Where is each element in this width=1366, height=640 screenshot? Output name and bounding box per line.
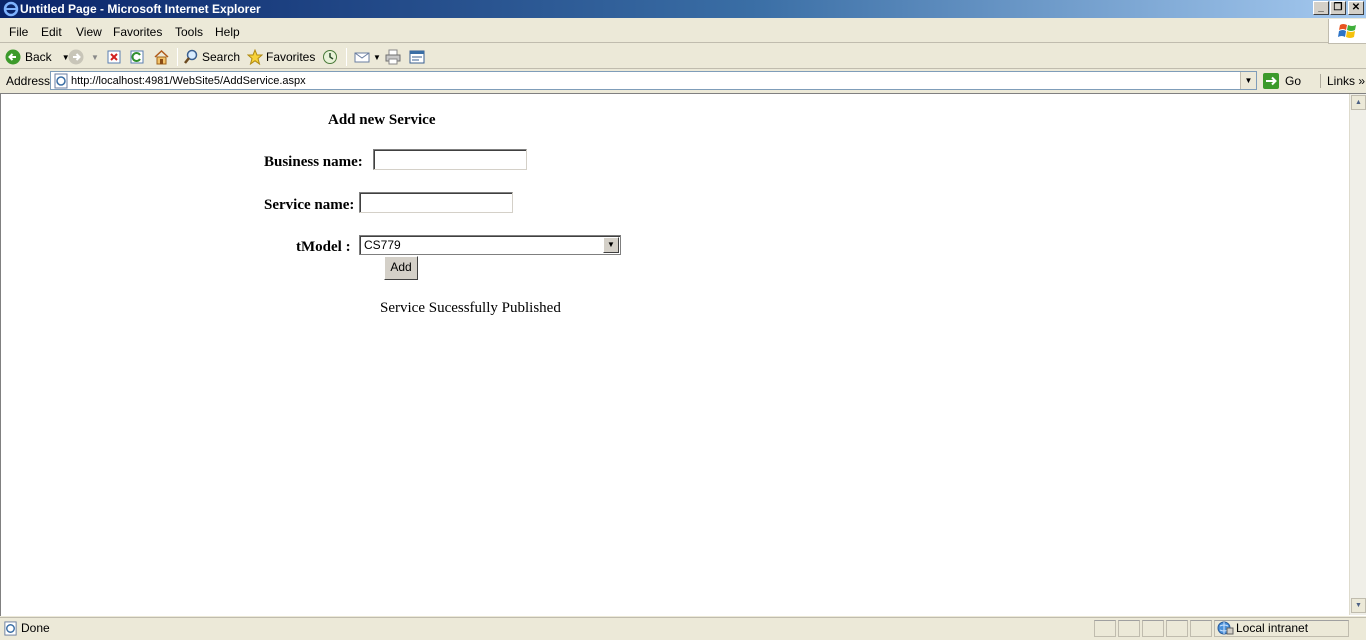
mail-dropdown-icon[interactable]: ▼	[373, 53, 381, 62]
browser-window: Untitled Page - Microsoft Internet Explo…	[0, 0, 1366, 640]
scroll-up-icon[interactable]: ▲	[1351, 95, 1366, 110]
favorites-star-icon	[247, 49, 263, 65]
security-zone-text: Local intranet	[1236, 621, 1309, 635]
refresh-icon	[130, 50, 144, 64]
home-button[interactable]	[153, 48, 170, 66]
go-arrow-icon	[1263, 73, 1279, 89]
menu-help[interactable]: Help	[215, 25, 240, 39]
service-name-input[interactable]	[359, 192, 513, 213]
windows-flag-icon	[1338, 24, 1356, 38]
page-title: Add new Service	[328, 112, 436, 128]
standard-toolbar: Back ▼ ▼ Search Favorites ▼	[0, 44, 1366, 69]
toolbar-separator	[177, 48, 178, 66]
tmodel-label: tModel :	[296, 239, 351, 255]
edit-page-icon	[409, 50, 425, 64]
print-button[interactable]	[385, 48, 401, 66]
address-label: Address	[6, 74, 51, 88]
history-button[interactable]	[322, 48, 338, 66]
favorites-button[interactable]: Favorites	[247, 48, 315, 66]
stop-button[interactable]	[106, 48, 122, 66]
toolbar-separator	[346, 48, 347, 66]
stop-icon	[107, 50, 121, 64]
back-arrow-icon	[5, 49, 21, 65]
business-name-input[interactable]	[373, 149, 527, 170]
search-icon	[184, 49, 198, 64]
go-label: Go	[1285, 74, 1302, 88]
status-pane	[1142, 620, 1164, 637]
page-viewport: Add new Service Business name: Service n…	[0, 93, 1366, 616]
links-button[interactable]: Links »	[1320, 74, 1365, 88]
tmodel-selected-value: CS779	[364, 238, 401, 252]
status-bar: Done Local intranet	[0, 617, 1366, 638]
home-icon	[154, 49, 169, 65]
status-pane	[1166, 620, 1188, 637]
add-button[interactable]: Add	[384, 256, 418, 280]
status-pane	[1094, 620, 1116, 637]
chevron-right-icon: »	[1358, 74, 1366, 88]
windows-logo	[1328, 19, 1366, 44]
menu-edit[interactable]: Edit	[41, 25, 62, 39]
minimize-button[interactable]: _	[1313, 1, 1329, 15]
service-name-label: Service name:	[264, 197, 355, 213]
back-label: Back	[25, 50, 52, 64]
forward-button[interactable]: ▼	[68, 48, 99, 66]
address-combobox[interactable]: ▼	[50, 71, 1257, 90]
scroll-down-icon[interactable]: ▼	[1351, 598, 1366, 613]
title-bar[interactable]: Untitled Page - Microsoft Internet Explo…	[0, 0, 1366, 18]
mail-icon	[354, 52, 370, 63]
go-button[interactable]: Go	[1262, 71, 1301, 91]
menu-file[interactable]: File	[9, 25, 28, 39]
forward-arrow-icon	[68, 49, 84, 65]
address-bar: Address ▼ Go Links »	[0, 70, 1366, 93]
address-dropdown-icon[interactable]: ▼	[1240, 72, 1256, 89]
tmodel-select[interactable]: CS779 ▼	[359, 235, 621, 255]
favorites-label: Favorites	[266, 50, 316, 64]
status-text: Done	[21, 621, 50, 635]
status-pane	[1118, 620, 1140, 637]
links-label: Links	[1327, 74, 1356, 88]
edit-page-button[interactable]	[409, 48, 425, 66]
local-intranet-icon	[1217, 621, 1234, 635]
status-message: Service Sucessfully Published	[380, 300, 561, 316]
business-name-label: Business name:	[264, 154, 363, 170]
address-input[interactable]	[71, 73, 1231, 88]
back-button[interactable]: Back ▼	[5, 48, 70, 66]
window-title: Untitled Page - Microsoft Internet Explo…	[20, 2, 261, 16]
print-icon	[385, 49, 401, 65]
status-pane	[1190, 620, 1212, 637]
vertical-scrollbar[interactable]: ▲ ▼	[1349, 94, 1366, 615]
page-icon	[54, 73, 68, 89]
menu-bar: File Edit View Favorites Tools Help	[0, 20, 1366, 43]
ie-logo-icon	[3, 1, 19, 17]
mail-button[interactable]: ▼	[354, 48, 381, 66]
chevron-down-icon[interactable]: ▼	[603, 237, 619, 253]
menu-tools[interactable]: Tools	[175, 25, 203, 39]
menu-favorites[interactable]: Favorites	[113, 25, 162, 39]
menu-view[interactable]: View	[76, 25, 102, 39]
history-icon	[323, 50, 337, 64]
page-done-icon	[4, 621, 17, 636]
search-label: Search	[202, 50, 241, 64]
restore-button[interactable]: ❐	[1330, 1, 1346, 15]
refresh-button[interactable]	[129, 48, 145, 66]
forward-dropdown-icon[interactable]: ▼	[91, 53, 99, 62]
search-button[interactable]: Search	[183, 48, 240, 66]
close-button[interactable]: ✕	[1348, 1, 1364, 15]
